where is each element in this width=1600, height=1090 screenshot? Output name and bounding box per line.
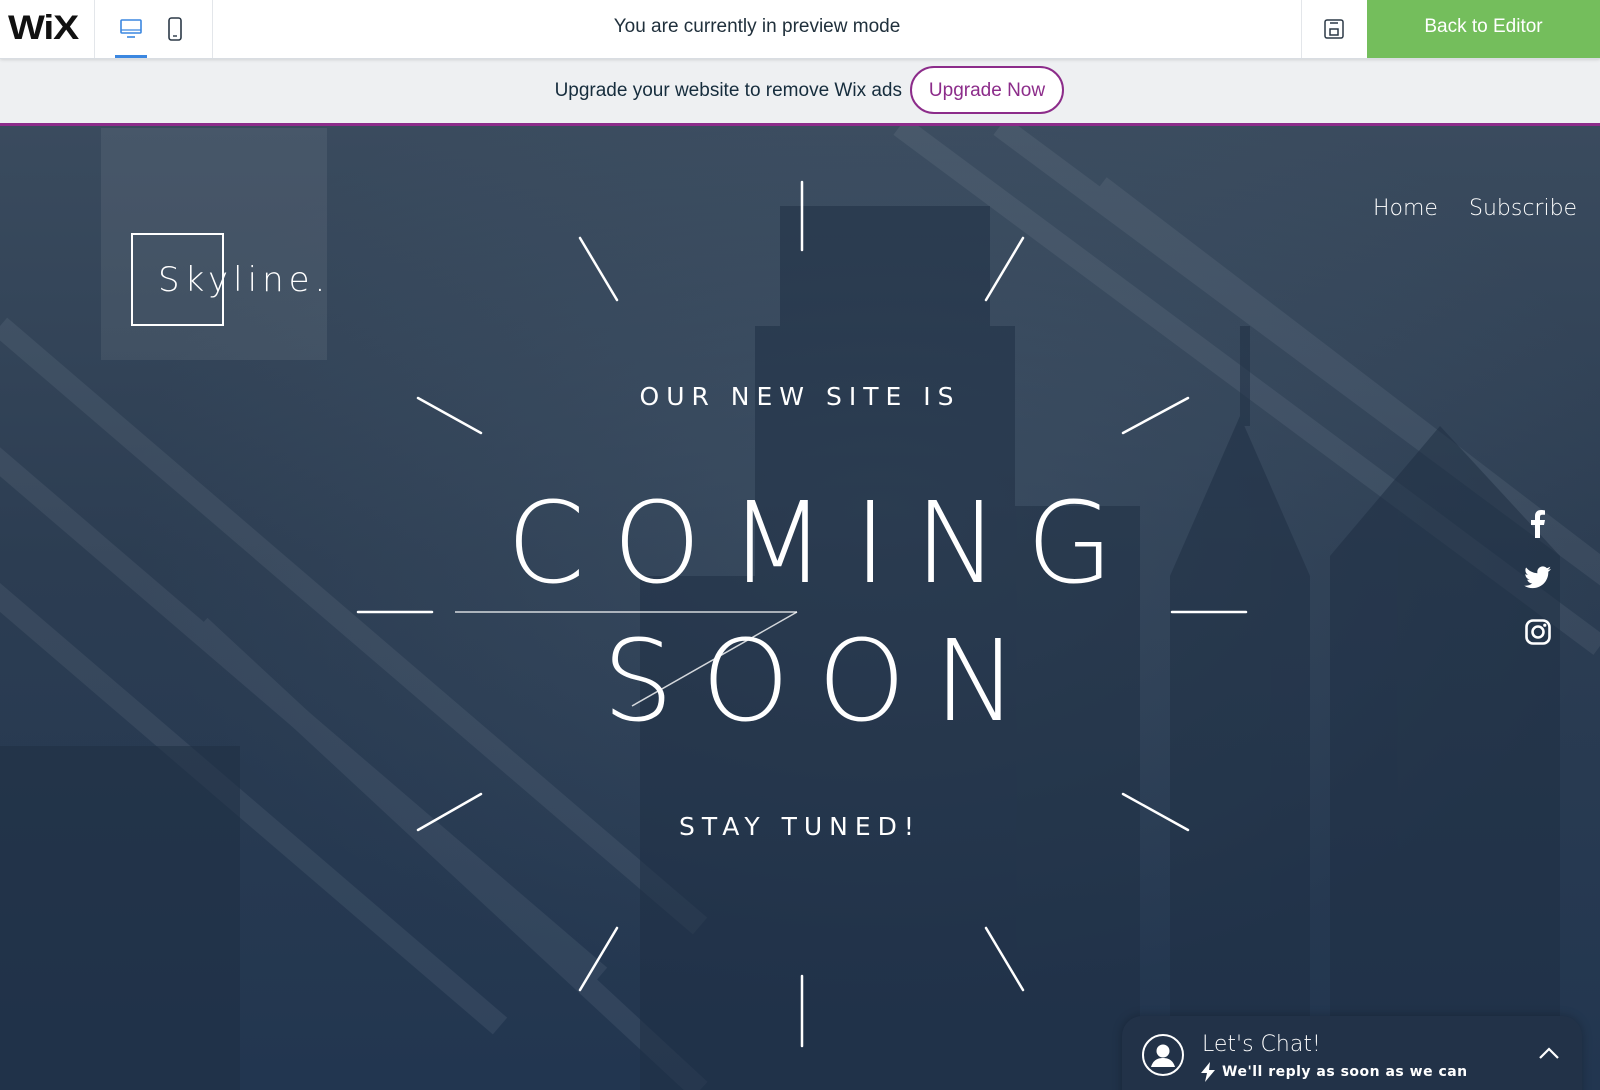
chat-avatar [1142, 1034, 1184, 1076]
instagram-icon [1525, 619, 1551, 645]
chat-title: Let's Chat! [1202, 1032, 1321, 1057]
wix-ads-banner: Upgrade your website to remove Wix ads U… [0, 58, 1600, 126]
headline-intro: OUR NEW SITE IS [639, 382, 961, 411]
chat-subtitle: We'll reply as soon as we can [1222, 1064, 1468, 1080]
upgrade-now-button[interactable]: Upgrade Now [910, 66, 1064, 114]
mobile-view-button[interactable] [154, 0, 196, 58]
chat-widget[interactable]: Let's Chat! We'll reply as soon as we ca… [1122, 1016, 1582, 1090]
desktop-icon [120, 19, 142, 38]
save-button[interactable] [1302, 0, 1366, 58]
mobile-icon [168, 17, 182, 41]
twitter-icon [1524, 566, 1551, 589]
instagram-link[interactable] [1522, 616, 1554, 648]
wix-logo[interactable]: WiX [8, 9, 79, 48]
facebook-link[interactable] [1522, 508, 1554, 540]
back-to-editor-button[interactable]: Back to Editor [1367, 0, 1600, 58]
divider [94, 0, 95, 58]
headline-coming: COMING [506, 479, 1142, 609]
desktop-view-button[interactable] [110, 0, 152, 58]
chevron-up-icon[interactable] [1538, 1046, 1560, 1060]
twitter-link[interactable] [1522, 562, 1554, 594]
preview-topbar: WiX You are currently in preview mode Ba… [0, 0, 1600, 59]
save-icon [1324, 19, 1344, 39]
facebook-icon [1531, 510, 1545, 538]
ad-message: Upgrade your website to remove Wix ads [554, 80, 902, 101]
lightning-icon [1201, 1062, 1215, 1082]
user-icon [1151, 1044, 1175, 1067]
coming-soon-hero: Skyline. Home Subscribe OUR NEW SITE IS … [0, 126, 1600, 1090]
headline-soon: SOON [602, 617, 1046, 747]
headline-stay-tuned: STAY TUNED! [679, 812, 921, 841]
preview-mode-message: You are currently in preview mode [613, 16, 901, 37]
